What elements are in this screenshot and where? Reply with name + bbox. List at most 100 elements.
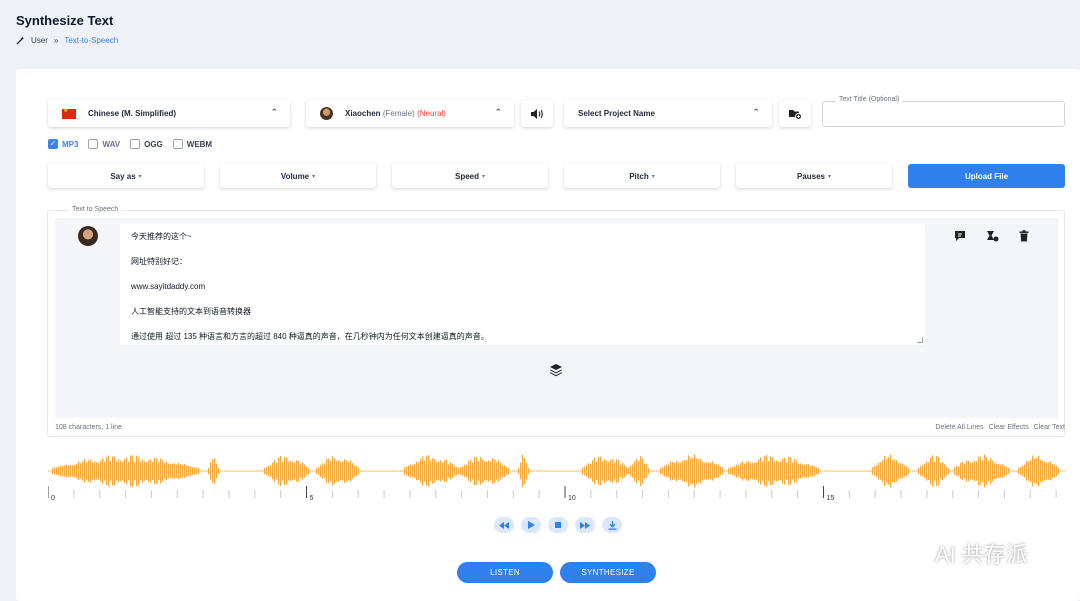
waveform-bar (634, 461, 636, 481)
waveform-bar (432, 458, 434, 484)
waveform-bar (830, 470, 832, 472)
say-as-dropdown[interactable]: Say as ▾ (48, 164, 204, 188)
waveform-bar (292, 461, 294, 481)
waveform-bar (186, 465, 188, 477)
format-wav[interactable]: WAV (88, 139, 120, 149)
waveform-bar (416, 461, 418, 481)
synthesize-button[interactable]: SYNTHESIZE (560, 562, 656, 583)
checkbox[interactable] (130, 139, 141, 149)
waveform-bar (176, 464, 178, 478)
timer-effect-button[interactable] (985, 229, 999, 243)
waveform-bar (510, 470, 512, 472)
caret-down-icon: ▾ (482, 173, 486, 180)
waveform-bar (562, 470, 564, 472)
waveform-bar (88, 460, 90, 482)
waveform-bar (896, 460, 898, 482)
waveform-bar (98, 462, 100, 480)
download-button[interactable] (602, 517, 622, 533)
waveform-bar (1048, 462, 1050, 480)
waveform-bar (240, 470, 242, 472)
format-mp3[interactable]: ✓ MP3 (48, 139, 78, 149)
speaker-icon (531, 108, 543, 119)
waveform-bar (662, 467, 664, 475)
voice-select[interactable]: Xiaochen (Female) (Neural) ⌃ (306, 100, 514, 127)
waveform-bar (122, 461, 124, 481)
waveform-bar (396, 470, 398, 472)
waveform-bar (1034, 458, 1036, 484)
waveform-bar (488, 460, 490, 482)
tts-text-input[interactable]: 今天推荐的这个~ 网址特别好记： www.sayitdaddy.com 人工智能… (120, 224, 925, 345)
pauses-dropdown[interactable]: Pauses ▾ (736, 164, 892, 188)
play-button[interactable] (521, 517, 541, 533)
project-select[interactable]: Select Project Name ⌃ (564, 100, 772, 127)
waveform-bar (248, 470, 250, 472)
upload-file-button[interactable]: Upload File (908, 164, 1065, 188)
waveform-bar (814, 466, 816, 476)
audio-waveform[interactable]: 0 5 10 15 (48, 450, 1065, 502)
waveform-bar (1024, 464, 1026, 478)
speed-dropdown[interactable]: Speed ▾ (392, 164, 548, 188)
waveform-bar (876, 465, 878, 477)
rewind-icon (499, 521, 509, 529)
waveform-bar (110, 461, 112, 481)
waveform-bar (1032, 455, 1034, 487)
waveform-bar (350, 460, 352, 482)
waveform-bar (780, 461, 782, 481)
waveform-bar (102, 458, 104, 484)
waveform-bar (724, 470, 726, 472)
pitch-dropdown[interactable]: Pitch ▾ (564, 164, 720, 188)
waveform-bar (710, 462, 712, 480)
preview-voice-button[interactable] (521, 100, 553, 127)
breadcrumb-current[interactable]: Text-to-Speech (64, 36, 118, 45)
checkbox[interactable] (172, 139, 183, 149)
waveform-bar (972, 462, 974, 480)
waveform-bar (1006, 466, 1008, 476)
waveform-bar (818, 468, 820, 474)
volume-dropdown[interactable]: Volume ▾ (220, 164, 376, 188)
waveform-bar (648, 468, 650, 474)
waveform-bar (674, 462, 676, 480)
waveform-bar (316, 468, 318, 474)
waveform-bar (448, 464, 450, 478)
checkbox[interactable] (88, 139, 99, 149)
waveform-bar (1020, 466, 1022, 476)
clear-effects-link[interactable]: Clear Effects (989, 424, 1029, 431)
waveform-bar (826, 470, 828, 472)
line-voice-avatar[interactable] (78, 226, 98, 246)
waveform-bar (980, 456, 982, 486)
layers-icon[interactable] (549, 363, 563, 377)
waveform-bar (716, 464, 718, 478)
waveform-bar (712, 461, 714, 481)
wechat-logo-icon (903, 543, 929, 563)
text-title-input[interactable] (822, 101, 1065, 127)
waveform-bar (486, 461, 488, 481)
delete-all-lines-link[interactable]: Delete All Lines (935, 424, 983, 431)
fast-forward-button[interactable] (575, 517, 595, 533)
waveform-bar (844, 470, 846, 472)
format-webm[interactable]: WEBM (172, 139, 212, 149)
listen-button[interactable]: LISTEN (457, 562, 553, 583)
waveform-bar (390, 470, 392, 472)
waveform-bar (578, 470, 580, 472)
waveform-bar (70, 465, 72, 477)
rewind-button[interactable] (494, 517, 514, 533)
language-select[interactable]: Chinese (M. Simplified) ⌃ (48, 100, 290, 127)
waveform-bar (230, 470, 232, 472)
waveform-bar (584, 466, 586, 476)
checkbox-checked[interactable]: ✓ (48, 139, 58, 149)
speech-bubble-button[interactable] (953, 229, 967, 243)
clear-text-link[interactable]: Clear Text (1034, 424, 1065, 431)
waveform-bar (924, 463, 926, 479)
waveform-bar (914, 470, 916, 472)
resize-handle[interactable] (917, 337, 923, 343)
waveform-bar (1028, 461, 1030, 481)
waveform-bar (782, 458, 784, 484)
stop-button[interactable] (548, 517, 568, 533)
waveform-bar (312, 470, 314, 472)
breadcrumb-root[interactable]: User (31, 36, 48, 45)
waveform-bar (476, 457, 478, 485)
add-project-button[interactable] (779, 100, 811, 127)
format-ogg[interactable]: OGG (130, 139, 163, 149)
delete-line-button[interactable] (1017, 229, 1031, 243)
waveform-bar (894, 459, 896, 483)
